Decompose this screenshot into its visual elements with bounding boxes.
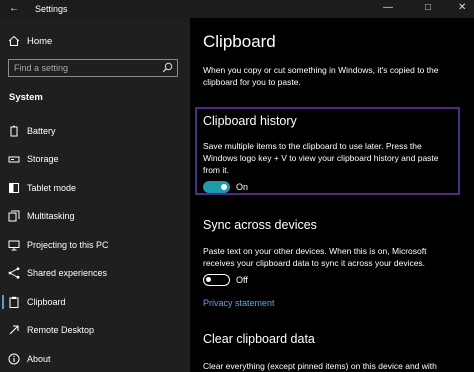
sidebar-item-projecting[interactable]: Projecting to this PC [0,233,190,257]
title-bar: ← Settings — □ ✕ [0,0,474,18]
intro-text-line1: When you copy or cut something in Window… [203,65,439,75]
toggle-knob [206,277,211,282]
sidebar-item-label: Battery [27,126,56,136]
sidebar-item-remote-desktop[interactable]: Remote Desktop [0,318,190,342]
multitasking-icon [8,210,20,222]
clipboard-history-toggle[interactable] [203,181,230,193]
sidebar: Home System Battery Storage Tablet mode … [0,18,190,372]
home-icon [8,35,20,47]
sync-toggle[interactable] [203,274,230,286]
clipboard-history-desc-line3: from it. [203,165,229,175]
clipboard-history-heading: Clipboard history [203,114,297,128]
toggle-knob [221,184,227,190]
search-input[interactable] [14,62,154,74]
sidebar-item-shared-experiences[interactable]: Shared experiences [0,261,190,285]
sync-toggle-label: Off [236,275,248,285]
search-icon[interactable] [162,62,173,73]
search-box[interactable] [8,59,178,77]
sidebar-item-multitasking[interactable]: Multitasking [0,204,190,228]
back-arrow-icon[interactable]: ← [9,3,19,14]
sidebar-item-label: Projecting to this PC [27,240,109,250]
home-nav-item[interactable]: Home [8,35,52,47]
active-indicator [2,295,4,309]
minimize-icon[interactable]: — [383,2,393,13]
about-icon [8,353,20,365]
sidebar-item-about[interactable]: About [0,347,190,371]
sidebar-item-label: Storage [27,154,59,164]
sidebar-item-battery[interactable]: Battery [0,119,190,143]
storage-icon [8,153,20,165]
page-title: Clipboard [203,32,276,51]
sidebar-item-clipboard[interactable]: Clipboard [0,290,190,314]
battery-icon [8,125,20,137]
maximize-icon[interactable]: □ [425,2,431,13]
remote-desktop-icon [8,324,20,336]
sidebar-item-label: Tablet mode [27,183,77,193]
sidebar-item-label: Remote Desktop [27,325,95,335]
tablet-mode-icon [8,182,20,194]
projecting-icon [8,239,20,251]
sidebar-item-storage[interactable]: Storage [0,147,190,171]
sidebar-item-label: Clipboard [27,297,66,307]
sync-desc-line1: Paste text on your other devices. When t… [203,246,427,256]
sync-heading: Sync across devices [203,218,317,232]
clipboard-history-desc-line2: Windows logo key + V to view your clipbo… [203,153,439,163]
shared-experiences-icon [8,267,20,279]
clear-desc-line1: Clear everything (except pinned items) o… [203,361,437,371]
sidebar-item-tablet-mode[interactable]: Tablet mode [0,176,190,200]
sidebar-item-label: Multitasking [27,211,75,221]
clear-heading: Clear clipboard data [203,332,315,346]
close-icon[interactable]: ✕ [458,2,466,13]
clipboard-icon [8,296,20,308]
sidebar-item-label: Shared experiences [27,268,108,278]
sync-desc-line2: receives your clipboard data to sync it … [203,258,426,268]
main-content: Clipboard When you copy or cut something… [190,18,474,372]
clipboard-history-desc-line1: Save multiple items to the clipboard to … [203,141,422,151]
window-title: Settings [35,4,68,14]
privacy-statement-link[interactable]: Privacy statement [203,298,275,308]
home-label: Home [27,35,53,47]
intro-text-line2: clipboard for you to paste. [203,77,301,87]
clipboard-history-toggle-label: On [236,182,249,192]
section-heading: System [9,92,43,103]
sidebar-item-label: About [27,354,51,364]
